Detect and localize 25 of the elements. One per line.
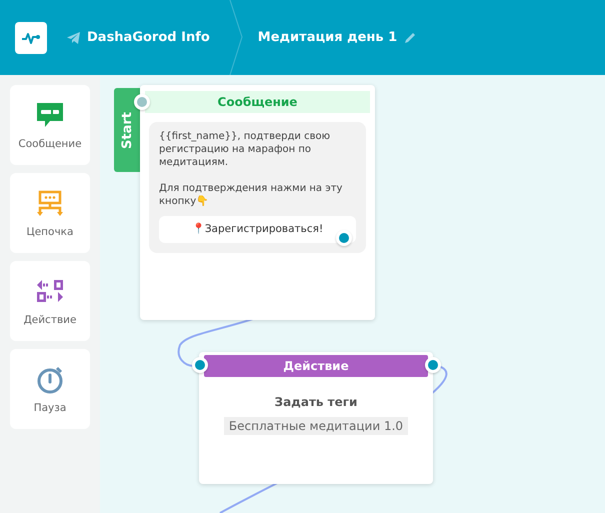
action-title: Задать теги	[274, 395, 358, 409]
message-button[interactable]: 📍Зарегистрироваться!	[159, 216, 356, 243]
tool-card[interactable]: Цепочка	[10, 173, 90, 253]
tool-card[interactable]: Пауза	[10, 349, 90, 429]
flowchart-icon	[35, 188, 65, 218]
flow-title[interactable]: Медитация день 1	[258, 30, 398, 45]
pencil-icon[interactable]	[403, 30, 418, 44]
action-node[interactable]: Действие Задать теги Бесплатные медитации 1.0	[199, 352, 433, 484]
output-port[interactable]	[425, 357, 441, 373]
input-port[interactable]	[192, 357, 208, 373]
tool-label: Сообщение	[18, 138, 82, 150]
message-node[interactable]: Сообщение {{first_name}}, подтверди свою регистрацию на марафон по медитациям. Для подтверждения нажми на эту кнопку👇 📍Зарегистрироваться!	[140, 85, 375, 320]
logo-icon[interactable]	[15, 22, 47, 54]
node-header: Действие	[204, 355, 428, 377]
tool-card[interactable]: Действие	[10, 261, 90, 341]
stopwatch-icon	[35, 364, 65, 394]
telegram-icon	[67, 32, 81, 44]
tool-label: Цепочка	[26, 226, 74, 238]
tag-label: Бесплатные медитации 1.0	[224, 417, 408, 435]
tool-label: Пауза	[34, 402, 66, 414]
bot-name[interactable]: DashaGorod Info	[87, 30, 210, 45]
tool-card[interactable]: Сообщение	[10, 85, 90, 165]
tool-label: Действие	[24, 314, 76, 326]
message-text: {{first_name}}, подтверди свою регистрацию на марафон по медитациям. Для подтверждения нажми на эту кнопку👇	[159, 130, 344, 208]
node-header: Сообщение	[145, 91, 370, 113]
